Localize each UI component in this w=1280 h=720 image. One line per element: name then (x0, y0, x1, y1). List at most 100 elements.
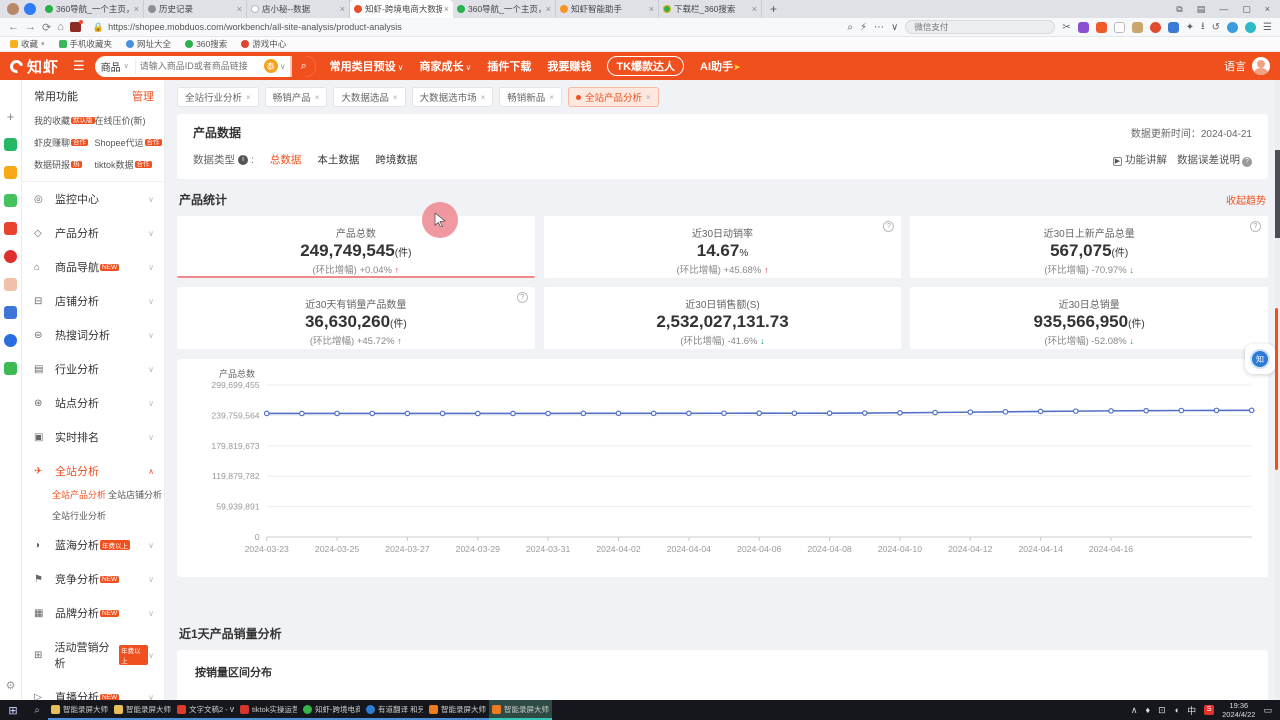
collapse-trend-link[interactable]: 收起趋势 (1226, 192, 1266, 207)
speed-icon[interactable]: ⚡ (860, 22, 867, 33)
sidebar-item-monitor[interactable]: ◎监控中心∨ (22, 182, 164, 216)
sidebar-subitem-allsite-industry[interactable]: 全站行业分析 (52, 509, 108, 522)
stat-card-sales-amount[interactable]: 近30日销售额(S) 2,532,027,131.73 (环比增幅) -41.6… (544, 287, 902, 349)
sidebar-item-campaign-analysis[interactable]: ⊞活动营销分析年费以上∨ (22, 630, 164, 680)
info-icon[interactable]: i (238, 155, 248, 165)
collapse-sidebar-icon[interactable]: ☰ (73, 58, 85, 74)
close-icon[interactable]: × (340, 4, 345, 14)
tray-expand-icon[interactable]: ∧ (1131, 705, 1138, 716)
url-bar[interactable]: 🔒 https://shopee.mobduos.com/workbench/a… (87, 20, 707, 35)
taskbar-search-icon[interactable]: ⌕ (26, 705, 48, 716)
workbench-tab[interactable]: 畅销产品× (265, 87, 328, 107)
workbench-tab[interactable]: 畅销新品× (499, 87, 562, 107)
url-text[interactable]: https://shopee.mobduos.com/workbench/all… (108, 22, 402, 32)
forward-icon[interactable]: → (25, 21, 36, 33)
sogou-icon[interactable]: S (1204, 705, 1214, 715)
dock-settings-icon[interactable]: ⚙ (4, 679, 17, 692)
workbench-tab[interactable]: 大数据选品× (333, 87, 405, 107)
dock-star-icon[interactable] (4, 166, 17, 179)
back-icon[interactable]: ← (8, 21, 19, 33)
bookmark-search[interactable]: 360搜索 (185, 38, 227, 50)
browser-skin-icon[interactable]: ▤ (1197, 4, 1206, 15)
scrollbar-thumb[interactable] (1275, 150, 1280, 238)
start-button[interactable]: ⊞ (0, 704, 26, 717)
close-icon[interactable]: × (481, 93, 486, 102)
clock[interactable]: 19:362024/4/22 (1222, 701, 1255, 719)
data-type-option-crossborder[interactable]: 跨境数据 (375, 152, 417, 167)
mail-extension-icon[interactable] (1168, 22, 1179, 33)
sidebar-item-competition-analysis[interactable]: ⚑竞争分析NEW∨ (22, 562, 164, 596)
close-icon[interactable]: × (393, 93, 398, 102)
taskbar-app[interactable]: 知虾-跨境电商大数... (300, 700, 363, 720)
taskbar-app[interactable]: 有道翻译 和另外 3... (363, 700, 426, 720)
dock-doc-icon[interactable] (4, 306, 17, 319)
floating-assistant-widget[interactable]: 知 (1245, 344, 1275, 374)
close-button[interactable]: × (1265, 4, 1270, 14)
taskbar-app[interactable]: tiktok实操运营 (237, 700, 300, 720)
sidebar-item-site-analysis[interactable]: ⊛站点分析∨ (22, 386, 164, 420)
close-icon[interactable]: × (649, 4, 654, 14)
browser-tab[interactable]: 下载栏_360搜索× (659, 0, 762, 18)
quick-link[interactable]: 虾皮赚聊合作 (34, 136, 95, 149)
workbench-tab[interactable]: 大数据选市场× (412, 87, 494, 107)
maximize-button[interactable]: ▢ (1242, 4, 1251, 15)
data-type-option-local[interactable]: 本土数据 (317, 152, 359, 167)
feature-guide-link[interactable]: ▶ 功能讲解 (1113, 152, 1167, 167)
sidebar-item-bluesea-analysis[interactable]: ◑蓝海分析年费以上∨ (22, 528, 164, 562)
close-icon[interactable]: × (646, 93, 651, 102)
dock-chat-icon[interactable] (4, 250, 17, 263)
sidebar-item-goods-nav[interactable]: ⌂商品导航NEW∨ (22, 250, 164, 284)
sidebar-subitem-allsite-shop[interactable]: 全站店铺分析 (108, 488, 164, 501)
briefcase-icon[interactable] (70, 22, 81, 32)
bookmark-favorites[interactable]: 收藏▾ (10, 38, 45, 50)
chevron-down-icon[interactable]: ∨ (280, 62, 286, 71)
extension-icon[interactable] (1078, 22, 1089, 33)
scissors-icon[interactable]: ✂ (1062, 22, 1070, 33)
nav-earn-money[interactable]: 我要赚钱 (547, 58, 591, 74)
nav-tk-talent[interactable]: TK爆款达人 (607, 56, 684, 76)
workspace-icon[interactable]: ⧉ (1176, 4, 1182, 15)
user-avatar[interactable] (1252, 57, 1270, 75)
taskbar-app[interactable]: 智能录屏大师 (426, 700, 489, 720)
taskbar-app[interactable]: 智能录屏大师 (111, 700, 174, 720)
taskbar-app-active[interactable]: 智能录屏大师 (489, 700, 552, 720)
sidebar-item-product-analysis[interactable]: ◇产品分析∨ (22, 216, 164, 250)
stat-card-sellthrough-rate[interactable]: ? 近30日动销率 14.67% (环比增幅) +45.68% ↑ (544, 216, 902, 278)
browser-tab[interactable]: 360导航_一个主页，整个世界× (41, 0, 144, 18)
plugins-icon[interactable]: ✦ (1186, 22, 1194, 33)
profile-avatar[interactable] (7, 3, 19, 15)
close-icon[interactable]: × (134, 4, 139, 14)
dock-translate-icon[interactable] (4, 334, 17, 347)
dock-photo-icon[interactable] (4, 194, 17, 207)
nav-plugin-download[interactable]: 插件下载 (487, 58, 531, 74)
quick-search-input[interactable] (905, 20, 1055, 34)
dock-hand-icon[interactable] (4, 278, 17, 291)
member-icon[interactable] (1227, 22, 1238, 33)
taskbar-app[interactable]: 文字文稿2 - WPS ... (174, 700, 237, 720)
nav-ai-assistant[interactable]: AI助手➤ (700, 58, 741, 74)
close-icon[interactable]: × (752, 4, 757, 14)
ime-indicator[interactable]: 中 (1187, 704, 1196, 717)
search-button[interactable]: ⌕ (290, 56, 316, 77)
network-icon[interactable]: ⊡ (1158, 705, 1166, 716)
close-icon[interactable]: × (315, 93, 320, 102)
close-icon[interactable]: × (237, 4, 242, 14)
download-icon[interactable]: ⭳ (1201, 19, 1205, 36)
new-tab-button[interactable]: + (762, 2, 785, 16)
dock-app-icon[interactable] (4, 138, 17, 151)
quick-link[interactable]: 在线压价(新) (95, 114, 162, 127)
browser-tab-active[interactable]: 知虾-跨境电商大数据分析平...× (350, 0, 453, 18)
quick-link[interactable]: tiktok数据合作 (95, 158, 162, 171)
workbench-tab[interactable]: 全站行业分析× (177, 87, 259, 107)
extension-icon[interactable] (1114, 22, 1125, 33)
microphone-icon[interactable]: ♦ (1146, 705, 1151, 715)
quick-link[interactable]: 数据研报热 (34, 158, 95, 171)
question-icon[interactable]: ? (1242, 157, 1252, 167)
stat-card-new-products[interactable]: ? 近30日上新产品总量 567,075(件) (环比增幅) -70.97% ↓ (910, 216, 1268, 278)
zoom-icon[interactable]: ⌕ (847, 22, 853, 33)
sync-icon[interactable] (1245, 22, 1256, 33)
data-error-link[interactable]: 数据误差说明? (1177, 152, 1252, 167)
extension-icon[interactable] (1150, 22, 1161, 33)
camera-extension-icon[interactable] (1132, 22, 1143, 33)
close-icon[interactable]: × (246, 93, 251, 102)
